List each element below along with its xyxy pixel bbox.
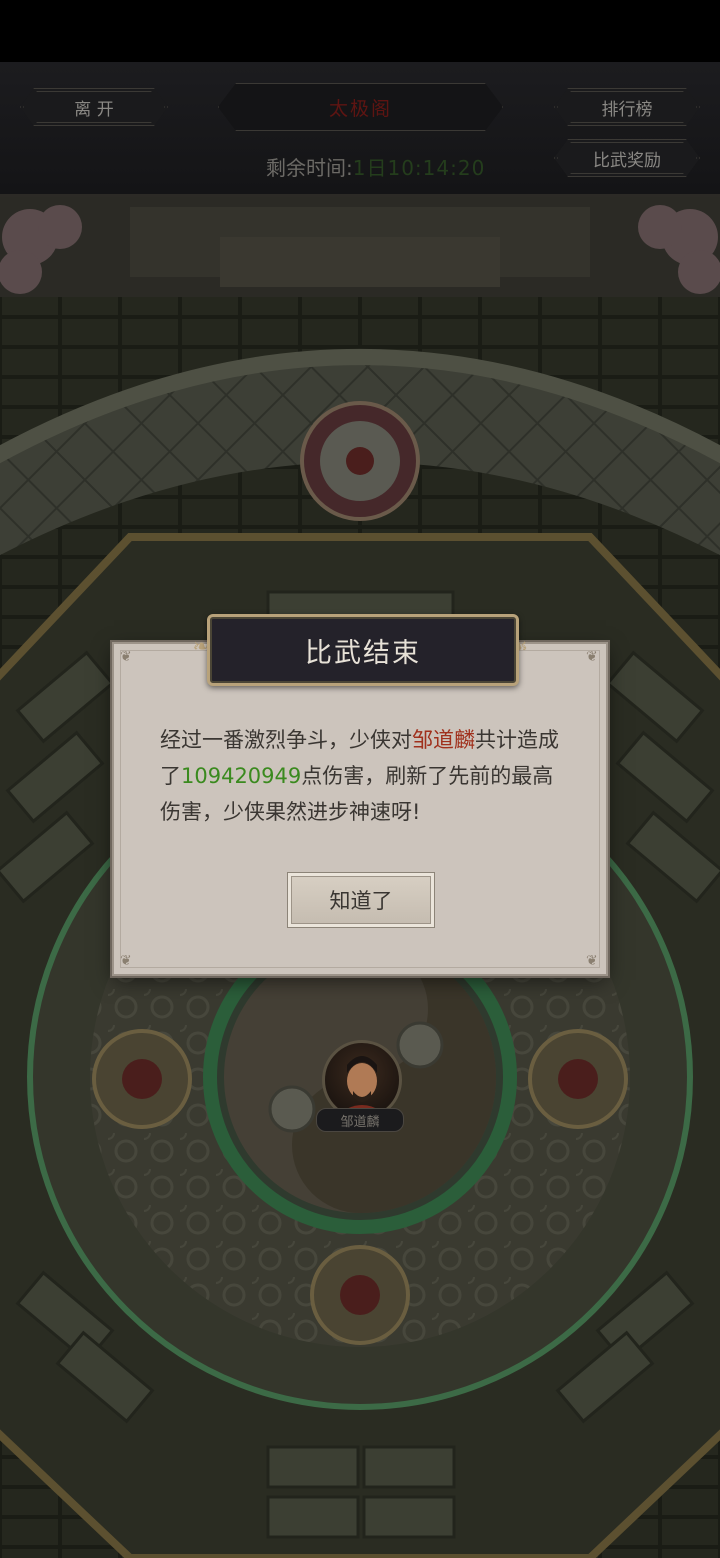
arena-title-label: 太极阁 — [328, 97, 392, 120]
corner-ornament-icon: ❦ — [586, 953, 598, 969]
confirm-button-label: 知道了 — [329, 889, 393, 913]
message-part-1: 经过一番激烈争斗，少侠对 — [160, 728, 412, 752]
warrior-portrait-icon — [335, 1056, 389, 1117]
reward-button-label: 比武奖励 — [593, 150, 661, 171]
leave-button[interactable]: 离 开 — [20, 88, 168, 126]
reward-button[interactable]: 比武奖励 — [554, 139, 700, 177]
damage-value: 109420949 — [181, 764, 302, 788]
dialog-title: 比武结束 — [207, 614, 519, 686]
leave-button-label: 离 开 — [74, 99, 114, 120]
dialog-title-label: 比武结束 — [305, 637, 421, 669]
timer-label: 剩余时间: — [266, 156, 353, 180]
opponent-name: 邹道麟 — [412, 728, 475, 752]
status-bar — [0, 0, 720, 62]
arena-title: 太极阁 — [218, 83, 503, 131]
ranking-button[interactable]: 排行榜 — [554, 88, 700, 126]
dialog-message: 经过一番激烈争斗，少侠对邹道麟共计造成了109420949点伤害，刷新了先前的最… — [160, 722, 560, 830]
corner-ornament-icon: ❦ — [120, 953, 132, 969]
corner-ornament-icon: ❦ — [120, 649, 132, 665]
remaining-time: 剩余时间:1日10:14:20 — [266, 152, 485, 181]
ranking-button-label: 排行榜 — [601, 99, 653, 120]
corner-ornament-icon: ❦ — [586, 649, 598, 665]
player-token[interactable]: 邹道麟 — [312, 1032, 408, 1132]
timer-value: 1日10:14:20 — [352, 156, 486, 180]
confirm-button[interactable]: 知道了 — [287, 872, 435, 928]
player-name-tag: 邹道麟 — [316, 1108, 404, 1132]
game-screen: 离 开 太极阁 排行榜 比武奖励 剩余时间:1日10:14:20 邹道麟 ❦ ❦… — [0, 0, 720, 1558]
